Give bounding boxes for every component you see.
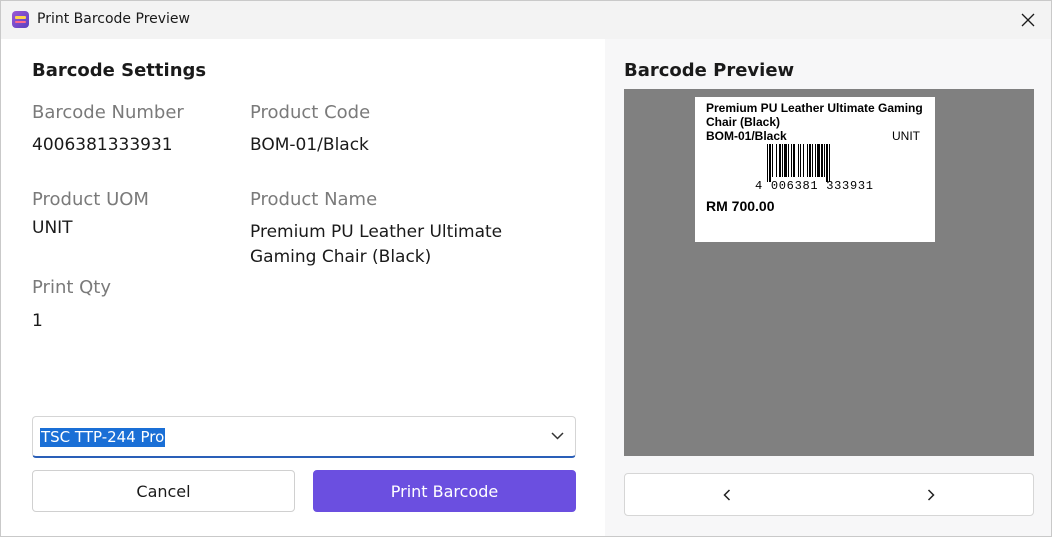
barcode-bar bbox=[803, 144, 804, 177]
title-bar: Print Barcode Preview bbox=[1, 1, 1051, 39]
print-barcode-button[interactable]: Print Barcode bbox=[313, 470, 576, 512]
preview-area: Premium PU Leather Ultimate Gaming Chair… bbox=[624, 89, 1034, 456]
label-product-name-line1: Premium PU Leather Ultimate Gaming bbox=[706, 101, 923, 115]
chevron-down-icon bbox=[551, 432, 564, 440]
product-uom-value: UNIT bbox=[32, 218, 73, 238]
barcode-bar bbox=[788, 144, 789, 177]
product-name-value-line1: Premium PU Leather Ultimate bbox=[250, 222, 503, 242]
preview-pager bbox=[624, 473, 1034, 516]
preview-heading: Barcode Preview bbox=[624, 60, 795, 81]
barcode-settings-panel: Barcode Settings Barcode Number 40063813… bbox=[1, 39, 605, 536]
barcode-bar bbox=[779, 144, 781, 177]
barcode-bar bbox=[817, 144, 820, 177]
label-uom: UNIT bbox=[892, 129, 920, 143]
barcode-bar bbox=[769, 144, 771, 182]
barcode-bar bbox=[791, 144, 792, 177]
cancel-button[interactable]: Cancel bbox=[32, 470, 295, 512]
label-product-name: Premium PU Leather Ultimate Gaming Chair… bbox=[706, 101, 928, 129]
barcode-bar bbox=[772, 144, 773, 177]
print-qty-value[interactable]: 1 bbox=[32, 309, 43, 334]
barcode-number-value: 4006381333931 bbox=[32, 135, 173, 155]
print-qty-label: Print Qty bbox=[32, 277, 112, 298]
product-uom-label: Product UOM bbox=[32, 189, 149, 210]
barcode-graphic: 4 006381 333931 bbox=[755, 144, 873, 192]
barcode-bar bbox=[824, 144, 825, 177]
next-page-button[interactable] bbox=[829, 474, 1033, 515]
product-name-value-line2: Gaming Chair (Black) bbox=[250, 247, 432, 267]
barcode-bar bbox=[807, 144, 808, 177]
product-name-label: Product Name bbox=[250, 189, 378, 210]
label-price: RM 700.00 bbox=[706, 198, 775, 214]
barcode-bar bbox=[809, 144, 811, 177]
close-icon bbox=[1021, 13, 1035, 27]
barcode-bars bbox=[767, 144, 830, 182]
print-barcode-preview-window: Print Barcode Preview Barcode Settings B… bbox=[0, 0, 1052, 537]
window-title: Print Barcode Preview bbox=[37, 11, 190, 27]
barcode-label: Premium PU Leather Ultimate Gaming Chair… bbox=[695, 97, 935, 242]
barcode-bar bbox=[815, 144, 816, 177]
barcode-bar bbox=[821, 144, 823, 177]
printer-select-value: TSC TTP-244 Pro bbox=[40, 428, 166, 447]
previous-page-button[interactable] bbox=[625, 474, 829, 515]
barcode-bar bbox=[800, 144, 801, 177]
barcode-number-label: Barcode Number bbox=[32, 102, 184, 123]
barcode-bar bbox=[782, 144, 783, 177]
barcode-bar bbox=[767, 144, 768, 182]
barcode-bar bbox=[826, 144, 828, 182]
label-product-code: BOM-01/Black bbox=[706, 129, 787, 143]
app-logo-icon bbox=[12, 11, 29, 28]
barcode-bar bbox=[812, 144, 813, 177]
product-code-value: BOM-01/Black bbox=[250, 135, 369, 155]
label-product-name-line2: Chair (Black) bbox=[706, 115, 781, 129]
barcode-bar bbox=[793, 144, 795, 177]
barcode-bar bbox=[829, 144, 830, 182]
product-code-label: Product Code bbox=[250, 102, 371, 123]
barcode-digits: 4 006381 333931 bbox=[755, 179, 873, 192]
barcode-preview-panel: Barcode Preview Premium PU Leather Ultim… bbox=[605, 39, 1051, 536]
chevron-left-icon bbox=[723, 489, 731, 501]
barcode-bar bbox=[776, 144, 777, 177]
close-button[interactable] bbox=[1005, 1, 1051, 39]
chevron-right-icon bbox=[927, 489, 935, 501]
settings-heading: Barcode Settings bbox=[32, 60, 207, 81]
printer-select[interactable]: TSC TTP-244 Pro bbox=[32, 416, 576, 458]
barcode-bar bbox=[798, 144, 799, 177]
barcode-bar bbox=[784, 144, 787, 177]
